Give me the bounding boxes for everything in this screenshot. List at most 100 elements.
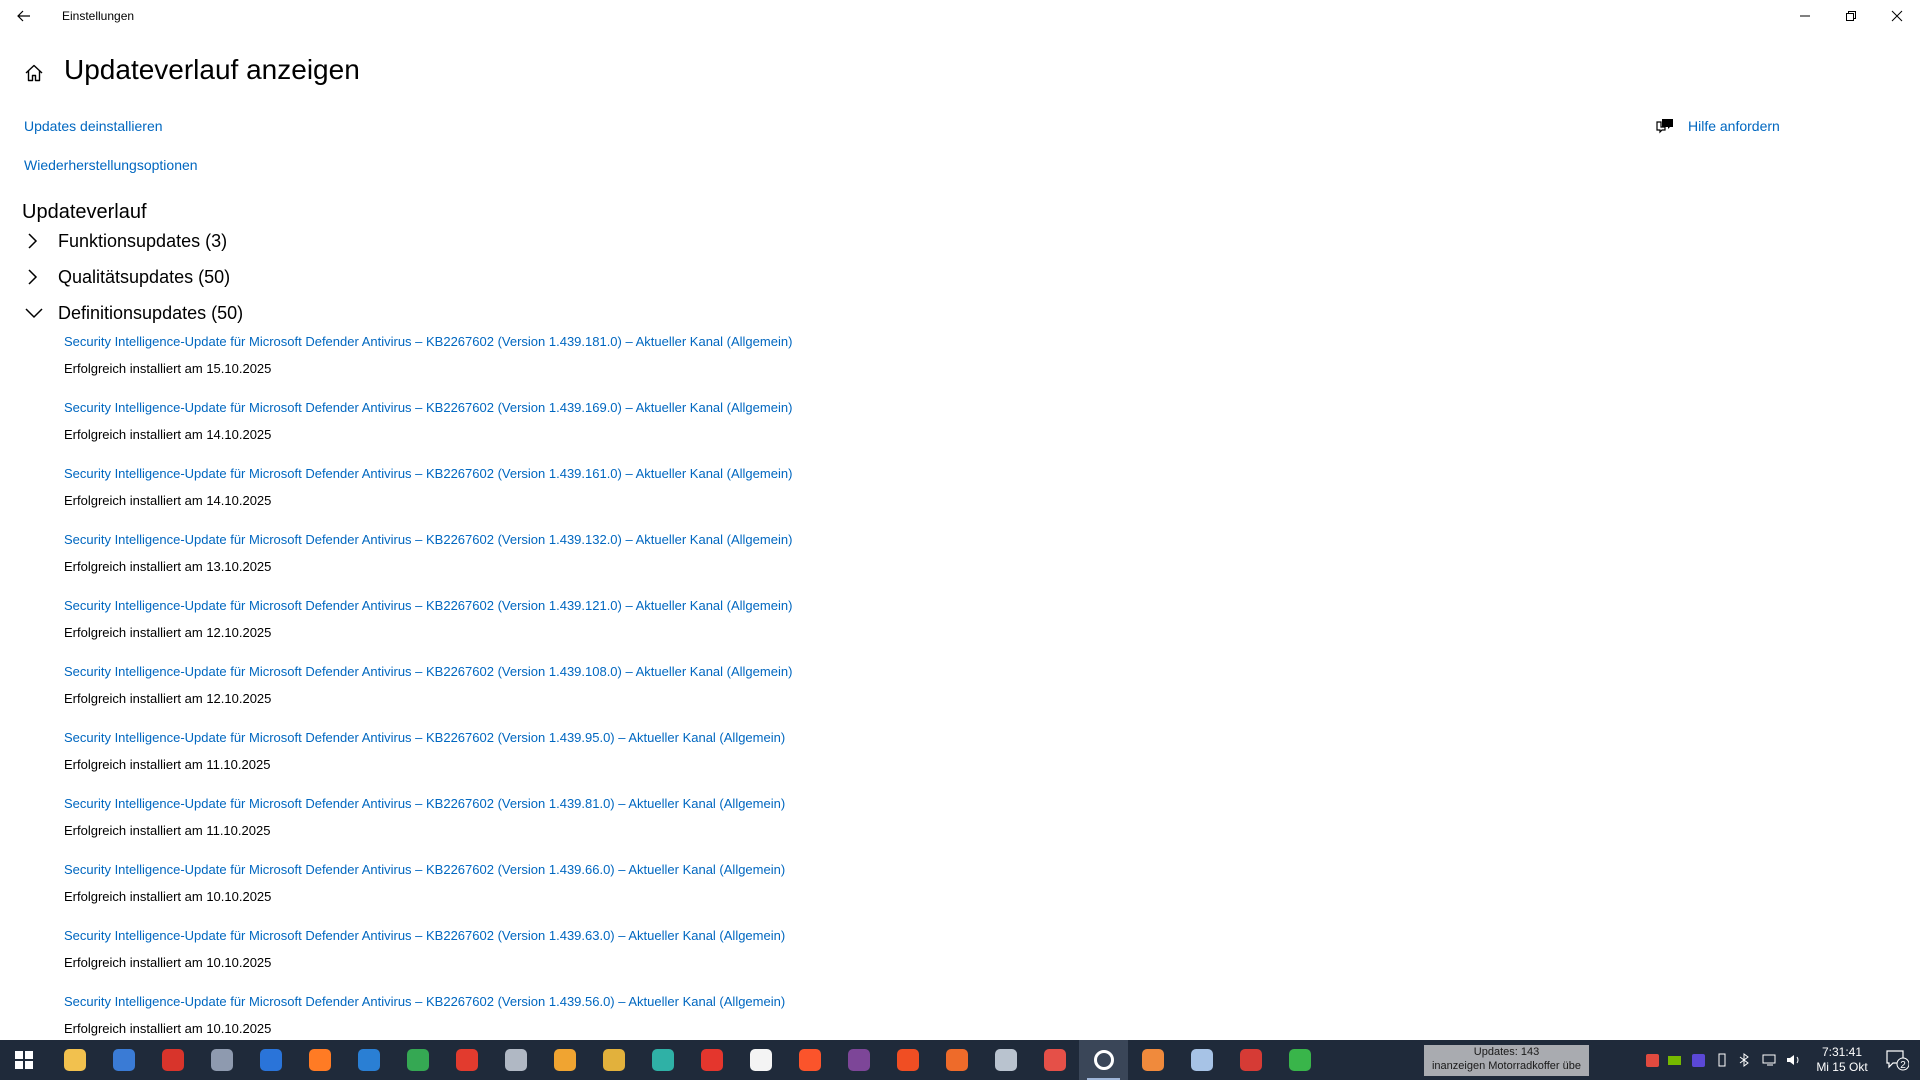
group-label: Funktionsupdates (3) [58,230,228,251]
taskbar-orange-square-app-icon[interactable] [1128,1040,1177,1080]
close-icon[interactable] [1874,0,1920,32]
list-item: Security Intelligence-Update für Microso… [64,928,1264,994]
update-status: Erfolgreich installiert am 12.10.2025 [64,625,272,640]
notification-ticker[interactable]: Updates: 143 inanzeigen Motorradkoffer ü… [1424,1045,1589,1076]
group-quality-updates[interactable]: Qualitätsupdates (50) [24,262,230,292]
update-status: Erfolgreich installiert am 14.10.2025 [64,493,272,508]
recovery-options-link[interactable]: Wiederherstellungsoptionen [24,157,198,173]
chevron-right-icon [24,262,58,292]
update-status: Erfolgreich installiert am 11.10.2025 [64,757,271,772]
app-glyph [63,1049,86,1071]
help-chat-icon[interactable] [1655,117,1675,135]
definition-updates-list: Security Intelligence-Update für Microso… [64,334,1264,1060]
taskbar-network-app-icon[interactable] [981,1040,1030,1080]
app-glyph [1093,1050,1114,1070]
svg-text:2: 2 [1900,1060,1906,1071]
clock-time: 7:31:41 [1821,1045,1863,1059]
taskbar-image-app-icon[interactable] [1177,1040,1226,1080]
app-glyph [357,1049,380,1071]
update-status: Erfolgreich installiert am 15.10.2025 [64,361,272,376]
windows-start-icon[interactable] [0,1040,48,1080]
update-status: Erfolgreich installiert am 14.10.2025 [64,427,272,442]
taskbar-calc-icon[interactable] [393,1040,442,1080]
app-glyph [504,1049,527,1071]
taskbar-red-circle-app-icon[interactable] [687,1040,736,1080]
app-glyph [798,1049,821,1071]
taskbar-green-u-app-icon[interactable] [1275,1040,1324,1080]
taskbar-browser-app-icon[interactable] [589,1040,638,1080]
taskbar-firefox-icon[interactable] [295,1040,344,1080]
app-glyph [455,1049,478,1071]
list-item: Security Intelligence-Update für Microso… [64,862,1264,928]
update-link[interactable]: Security Intelligence-Update für Microso… [64,466,792,481]
update-link[interactable]: Security Intelligence-Update für Microso… [64,928,785,943]
volume-icon[interactable] [1786,1052,1802,1068]
update-link[interactable]: Security Intelligence-Update für Microso… [64,994,785,1009]
list-item: Security Intelligence-Update für Microso… [64,466,1264,532]
update-link[interactable]: Security Intelligence-Update für Microso… [64,664,792,679]
taskbar-rocket-app-icon[interactable] [491,1040,540,1080]
update-link[interactable]: Security Intelligence-Update für Microso… [64,334,792,349]
taskbar-orange-app-icon[interactable] [932,1040,981,1080]
notification-line-2: inanzeigen Motorradkoffer übe [1431,1060,1581,1072]
update-link[interactable]: Security Intelligence-Update für Microso… [64,598,792,613]
group-label: Definitionsupdates (50) [58,302,244,323]
get-help-link[interactable]: Hilfe anfordern [1688,118,1780,134]
uninstall-updates-link[interactable]: Updates deinstallieren [24,118,163,134]
update-link[interactable]: Security Intelligence-Update für Microso… [64,532,792,547]
tray-usb-icon[interactable] [1714,1052,1730,1068]
taskbar-file-explorer-icon[interactable] [50,1040,99,1080]
taskbar-settings-icon[interactable] [1079,1040,1128,1080]
taskbar-close-app-icon[interactable] [1030,1040,1079,1080]
taskbar-thunderbird-icon[interactable] [246,1040,295,1080]
list-item: Security Intelligence-Update für Microso… [64,664,1264,730]
section-title: Updateverlauf [22,201,147,223]
taskbar-weather-app-icon[interactable] [1226,1040,1275,1080]
app-glyph [1043,1049,1066,1071]
taskbar-clock[interactable]: 7:31:41 Mi 15 Okt [1804,1045,1880,1075]
update-link[interactable]: Security Intelligence-Update für Microso… [64,862,785,877]
app-glyph [945,1049,968,1071]
taskbar-tor-app-icon[interactable] [834,1040,883,1080]
list-item: Security Intelligence-Update für Microso… [64,400,1264,466]
chevron-right-icon [24,226,58,256]
group-definition-updates[interactable]: Definitionsupdates (50) [24,298,243,328]
app-glyph [1239,1049,1262,1071]
taskbar-grid-app-icon[interactable] [883,1040,932,1080]
taskbar-red-app-icon[interactable] [148,1040,197,1080]
taskbar-eye-app-icon[interactable] [197,1040,246,1080]
taskbar: Updates: 143 inanzeigen Motorradkoffer ü… [0,1040,1920,1080]
home-icon[interactable] [24,63,44,83]
minimize-icon[interactable] [1782,0,1828,32]
taskbar-tool-app-icon[interactable] [442,1040,491,1080]
update-link[interactable]: Security Intelligence-Update für Microso… [64,796,785,811]
tray-nvidia-icon[interactable] [1666,1052,1682,1068]
taskbar-sun-app-icon[interactable] [540,1040,589,1080]
tray-red-x-icon[interactable] [1644,1052,1660,1068]
tray-purple-icon[interactable] [1690,1052,1706,1068]
app-glyph [308,1049,331,1071]
app-glyph [994,1049,1017,1071]
app-glyph [406,1049,429,1071]
tray-bluetooth-icon[interactable] [1736,1052,1752,1068]
app-glyph [1288,1049,1311,1071]
taskbar-vivaldi-icon[interactable] [736,1040,785,1080]
window-title: Einstellungen [62,9,135,23]
update-link[interactable]: Security Intelligence-Update für Microso… [64,400,792,415]
group-feature-updates[interactable]: Funktionsupdates (3) [24,226,227,256]
taskbar-window-app-icon[interactable] [99,1040,148,1080]
taskbar-brave-icon[interactable] [785,1040,834,1080]
back-arrow-icon[interactable] [12,5,36,27]
update-status: Erfolgreich installiert am 11.10.2025 [64,823,271,838]
title-bar: Einstellungen [0,0,1920,32]
taskbar-writer-icon[interactable] [344,1040,393,1080]
taskbar-edge-icon[interactable] [638,1040,687,1080]
notification-line-1: Updates: 143 [1473,1046,1540,1058]
app-glyph [602,1049,625,1071]
action-center-icon[interactable]: 2 [1874,1040,1920,1080]
network-icon[interactable] [1762,1052,1778,1068]
update-link[interactable]: Security Intelligence-Update für Microso… [64,730,785,745]
update-status: Erfolgreich installiert am 10.10.2025 [64,955,272,970]
restore-icon[interactable] [1828,0,1874,32]
chevron-down-icon [24,298,58,328]
